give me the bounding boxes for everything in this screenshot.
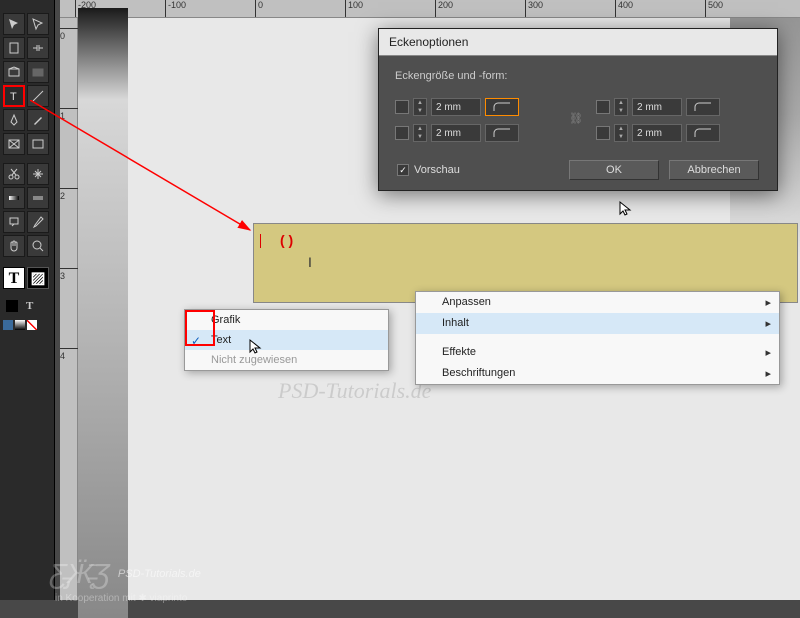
gradient-feather-tool[interactable] [27, 187, 49, 209]
menu-item-beschriftungen[interactable]: Beschriftungen▸ [416, 363, 779, 384]
butterfly-icon: Ƹ̵̡Ӝ̵̨̄Ʒ [50, 558, 110, 590]
apply-none[interactable] [27, 320, 37, 330]
fill-text-indicator[interactable]: T [3, 267, 25, 289]
cancel-button[interactable]: Abbrechen [669, 160, 759, 180]
selection-tool[interactable] [3, 13, 25, 35]
line-tool[interactable] [27, 85, 49, 107]
rectangle-tool[interactable] [27, 133, 49, 155]
bottom-right-shape-select[interactable] [686, 124, 720, 142]
gap-tool[interactable] [27, 37, 49, 59]
stepper[interactable]: ▲▼ [413, 98, 427, 116]
menu-item-anpassen[interactable]: Anpassen▸ [416, 292, 779, 313]
top-left-shape-select[interactable] [485, 98, 519, 116]
apply-gradient[interactable] [15, 320, 25, 330]
content-collector-tool[interactable] [3, 61, 25, 83]
watermark-logo: Ƹ̵̡Ӝ̵̨̄Ʒ PSD-Tutorials.de [50, 558, 201, 590]
link-corners-icon[interactable]: ⛓ [568, 112, 584, 128]
pencil-tool[interactable] [27, 109, 49, 131]
direct-selection-tool[interactable] [27, 13, 49, 35]
preview-checkbox[interactable]: ✓ Vorschau [397, 164, 559, 176]
menu-item-inhalt[interactable]: Inhalt▸ [416, 313, 779, 334]
pen-tool[interactable] [3, 109, 25, 131]
eyedropper-tool[interactable] [27, 211, 49, 233]
formatting-text-icon[interactable]: T [26, 300, 33, 312]
top-right-size-input[interactable] [632, 98, 682, 116]
horizontal-ruler: -200 -100 0 100 200 300 400 500 [60, 0, 800, 18]
stroke-text-indicator[interactable]: ▨ [27, 267, 49, 289]
stepper[interactable]: ▲▼ [614, 124, 628, 142]
hand-tool[interactable] [3, 235, 25, 257]
watermark-text: PSD-Tutorials.de [118, 568, 201, 580]
bottom-right-corner-icon [596, 126, 610, 140]
rectangle-frame-tool[interactable] [3, 133, 25, 155]
bottom-right-size-input[interactable] [632, 124, 682, 142]
scissors-tool[interactable] [3, 163, 25, 185]
bottom-left-shape-select[interactable] [485, 124, 519, 142]
stepper[interactable]: ▲▼ [614, 98, 628, 116]
watermark-subtext: in Kooperation mit ✱ viaprinto [55, 593, 187, 604]
submenu-item-nicht-zugewiesen[interactable]: Nicht zugewiesen [185, 350, 388, 370]
ibeam-cursor-icon: I [308, 254, 312, 270]
formatting-container-icon[interactable] [6, 300, 18, 312]
context-menu: Anpassen▸ Inhalt▸ Effekte▸ Beschriftunge… [415, 291, 780, 385]
free-transform-tool[interactable] [27, 163, 49, 185]
apply-color[interactable] [3, 320, 13, 330]
bottom-left-size-input[interactable] [431, 124, 481, 142]
page-tool[interactable] [3, 37, 25, 59]
stepper[interactable]: ▲▼ [413, 124, 427, 142]
preview-label: Vorschau [414, 164, 460, 176]
note-tool[interactable] [3, 211, 25, 233]
check-icon: ✓ [191, 334, 201, 348]
context-submenu-content: Grafik ✓Text Nicht zugewiesen [184, 309, 389, 371]
top-right-corner-icon [596, 100, 610, 114]
text-cursor [260, 234, 261, 248]
dialog-title: Eckenoptionen [379, 29, 777, 56]
placed-image-left [78, 8, 128, 618]
zoom-tool[interactable] [27, 235, 49, 257]
bottom-left-corner-icon [395, 126, 409, 140]
content-placer-tool[interactable] [27, 61, 49, 83]
type-tool[interactable]: T [3, 85, 25, 107]
gradient-swatch-tool[interactable] [3, 187, 25, 209]
watermark-center: PSD-Tutorials.de [278, 378, 431, 404]
dialog-subtitle: Eckengröße und -form: [395, 70, 761, 82]
submenu-item-text[interactable]: ✓Text [185, 330, 388, 350]
vertical-ruler: 0 1 2 3 4 [60, 18, 78, 600]
checkbox-icon: ✓ [397, 164, 409, 176]
top-right-shape-select[interactable] [686, 98, 720, 116]
submenu-item-grafik[interactable]: Grafik [185, 310, 388, 330]
top-left-corner-icon [395, 100, 409, 114]
corner-options-dialog: Eckenoptionen Eckengröße und -form: ▲▼ ▲… [378, 28, 778, 191]
tools-panel: T T ▨ T [0, 0, 55, 600]
menu-item-effekte[interactable]: Effekte▸ [416, 342, 779, 363]
text-content: ( ) [280, 232, 293, 248]
ok-button[interactable]: OK [569, 160, 659, 180]
svg-text:T: T [10, 91, 17, 103]
top-left-size-input[interactable] [431, 98, 481, 116]
